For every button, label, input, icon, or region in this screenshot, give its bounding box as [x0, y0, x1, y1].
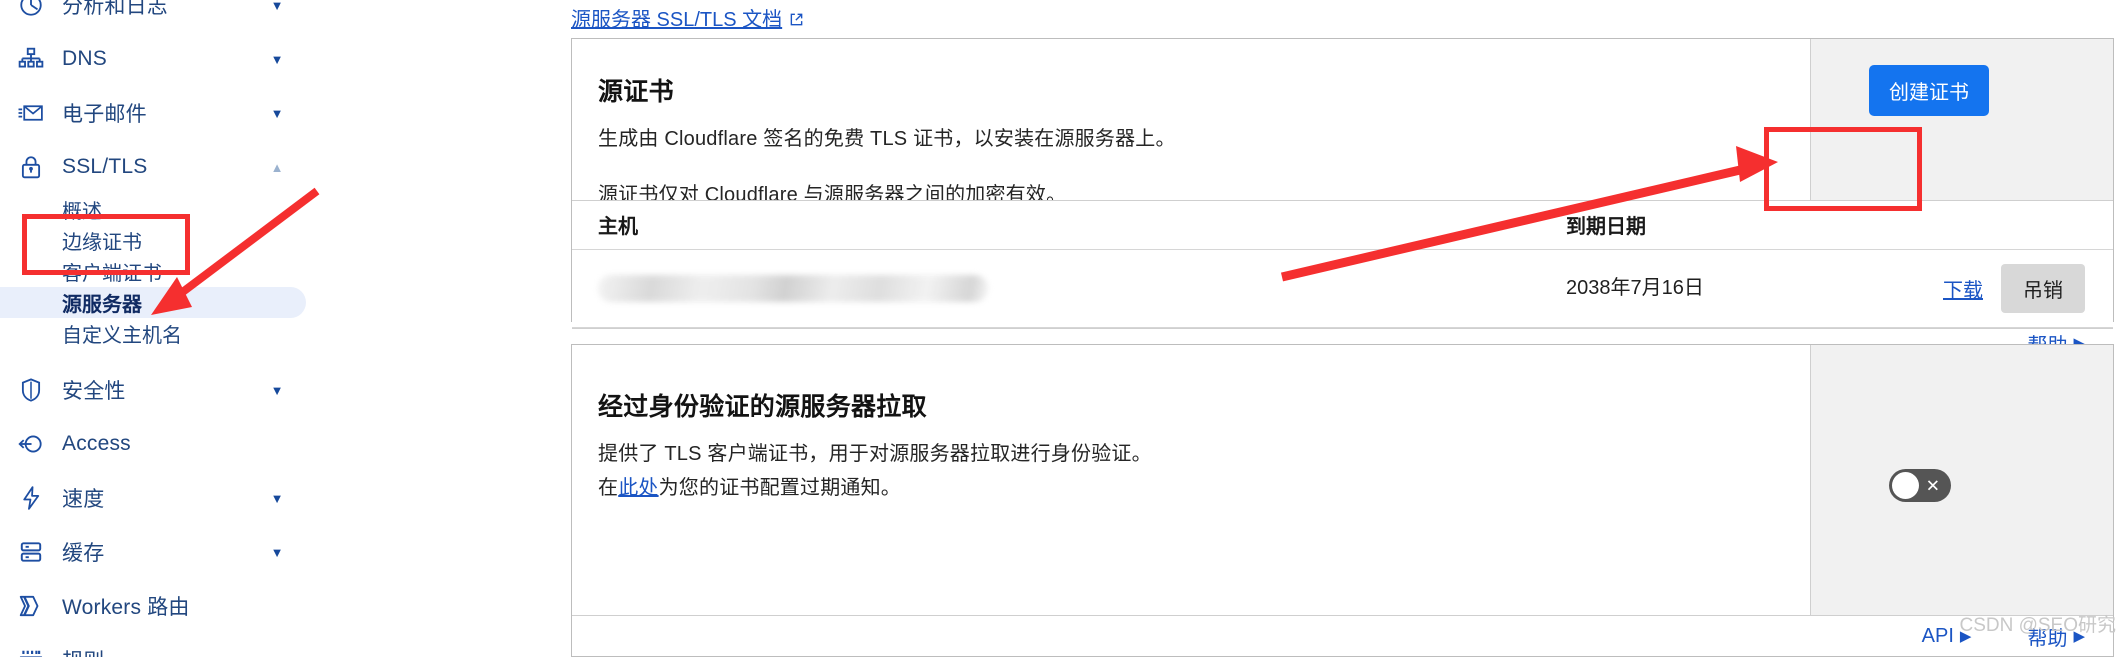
authenticated-origin-pulls-toggle[interactable]: ✕: [1889, 469, 1951, 502]
chevron-down-icon[interactable]: ▼: [264, 654, 290, 657]
lock-icon: [14, 152, 48, 182]
sidebar-item-label: 安全性: [62, 380, 126, 403]
authenticated-origin-pulls-card: 经过身份验证的源服务器拉取 提供了 TLS 客户端证书，用于对源服务器拉取进行身…: [571, 344, 2114, 657]
sidebar-item-rules[interactable]: 规则 ▼: [0, 633, 306, 657]
analytics-icon: [14, 0, 48, 20]
column-header-expiry: 到期日期: [1540, 200, 1820, 250]
sidebar-item-access[interactable]: Access: [0, 417, 306, 471]
pull-desc-suffix: 为您的证书配置过期通知。: [658, 477, 902, 500]
chevron-up-icon[interactable]: ▲: [264, 161, 290, 174]
sidebar-item-analytics[interactable]: 分析和日志 ▼: [0, 0, 306, 32]
sidebar-item-security[interactable]: 安全性 ▼: [0, 363, 306, 417]
rules-icon: [14, 645, 48, 657]
column-header-host: 主机: [572, 200, 1540, 250]
cell-host: [572, 249, 1540, 328]
sidebar-item-label: 分析和日志: [62, 0, 168, 18]
sidebar-item-label: 电子邮件: [62, 103, 147, 126]
pull-api-label: API: [1921, 624, 1954, 647]
table-header-row: 主机 到期日期: [572, 200, 2113, 250]
sidebar-item-label: Workers 路由: [62, 596, 190, 619]
close-icon: ✕: [1925, 476, 1940, 495]
pull-card-footer: API ▶ 帮助 ▶: [572, 615, 2113, 656]
sidebar-item-label: 速度: [62, 488, 105, 511]
watermark: CSDN @SEO研究: [1959, 615, 2116, 636]
external-link-icon: [789, 10, 804, 26]
pull-card-text: 经过身份验证的源服务器拉取 提供了 TLS 客户端证书，用于对源服务器拉取进行身…: [572, 345, 1810, 615]
sidebar-subitem-edge-certificates[interactable]: 边缘证书: [0, 225, 306, 256]
row-actions: 下载 吊销: [1846, 264, 2113, 313]
toggle-knob: [1892, 472, 1919, 499]
expiry-notification-link[interactable]: 此处: [618, 477, 658, 499]
sidebar-item-dns[interactable]: DNS ▼: [0, 32, 306, 86]
sidebar-item-ssl-tls[interactable]: SSL/TLS ▲: [0, 140, 306, 194]
sidebar-item-speed[interactable]: 速度 ▼: [0, 471, 306, 525]
cloudflare-ssl-origin-server-page: 分析和日志 ▼ DNS ▼ 电子邮件 ▼ SSL/TLS ▲ 概述 边缘证书 客…: [0, 0, 2126, 657]
cache-icon: [14, 537, 48, 567]
pull-card-description-1: 提供了 TLS 客户端证书，用于对源服务器拉取进行身份验证。: [598, 443, 1152, 465]
main-content: 源服务器 SSL/TLS 文档 源证书 生成由 Cloudflare 签名的免费…: [306, 0, 2126, 657]
pull-card-top: 经过身份验证的源服务器拉取 提供了 TLS 客户端证书，用于对源服务器拉取进行身…: [572, 345, 2113, 615]
sidebar-subitem-label: 客户端证书: [62, 263, 162, 285]
sidebar-item-label: 缓存: [62, 542, 105, 565]
chevron-down-icon[interactable]: ▼: [264, 0, 290, 12]
access-icon: [14, 429, 48, 459]
pull-desc-prefix: 在: [598, 477, 619, 500]
column-header-actions: [1820, 200, 2113, 250]
revoke-certificate-button[interactable]: 吊销: [2001, 264, 2085, 313]
cell-expiry: 2038年7月16日: [1540, 249, 1820, 328]
sidebar: 分析和日志 ▼ DNS ▼ 电子邮件 ▼ SSL/TLS ▲ 概述 边缘证书 客…: [0, 0, 307, 657]
sidebar-item-workers-routes[interactable]: Workers 路由: [0, 579, 306, 633]
sidebar-item-label: DNS: [62, 47, 107, 70]
origin-ssl-tls-docs-link[interactable]: 源服务器 SSL/TLS 文档: [571, 3, 804, 32]
sidebar-item-cache[interactable]: 缓存 ▼: [0, 525, 306, 579]
download-certificate-link[interactable]: 下载: [1943, 274, 1983, 303]
chevron-down-icon[interactable]: ▼: [264, 492, 290, 505]
table-row: 2038年7月16日 下载 吊销: [572, 249, 2113, 328]
speed-icon: [14, 483, 48, 513]
sidebar-subitem-label: 边缘证书: [62, 232, 142, 254]
create-certificate-button[interactable]: 创建证书: [1869, 65, 1989, 116]
origin-card-action-panel: 创建证书: [1810, 39, 2113, 200]
email-icon: [14, 98, 48, 128]
origin-card-text: 源证书 生成由 Cloudflare 签名的免费 TLS 证书，以安装在源服务器…: [572, 39, 1810, 206]
doc-link-label: 源服务器 SSL/TLS 文档: [571, 9, 783, 31]
sidebar-subitem-custom-hostnames[interactable]: 自定义主机名: [0, 318, 306, 349]
chevron-down-icon[interactable]: ▼: [264, 384, 290, 397]
redacted-hostname: [598, 275, 988, 302]
sidebar-subitem-overview[interactable]: 概述: [0, 194, 306, 225]
chevron-down-icon[interactable]: ▼: [264, 53, 290, 66]
pull-card-title: 经过身份验证的源服务器拉取: [598, 393, 927, 421]
sidebar-subitem-label: 源服务器: [62, 294, 142, 316]
dns-icon: [14, 44, 48, 74]
expiry-date-value: 2038年7月16日: [1566, 277, 1704, 300]
origin-card-description-1: 生成由 Cloudflare 签名的免费 TLS 证书，以安装在源服务器上。: [598, 128, 1176, 150]
sidebar-item-label: Access: [62, 432, 131, 455]
sidebar-subitem-origin-server[interactable]: 源服务器: [0, 287, 306, 318]
sidebar-subitem-label: 自定义主机名: [62, 325, 182, 347]
sidebar-subitem-label: 概述: [62, 201, 102, 223]
pull-card-description-2: 在此处为您的证书配置过期通知。: [598, 473, 1810, 503]
origin-card-top: 源证书 生成由 Cloudflare 签名的免费 TLS 证书，以安装在源服务器…: [572, 39, 2113, 206]
workers-icon: [14, 591, 48, 621]
sidebar-subitem-client-certificates[interactable]: 客户端证书: [0, 256, 306, 287]
origin-certificates-table: 主机 到期日期 2038年7月16日 下载 吊销: [572, 200, 2113, 328]
cell-actions: 下载 吊销: [1820, 249, 2113, 328]
shield-icon: [14, 375, 48, 405]
chevron-down-icon[interactable]: ▼: [264, 546, 290, 559]
chevron-down-icon[interactable]: ▼: [264, 107, 290, 120]
sidebar-item-email[interactable]: 电子邮件 ▼: [0, 86, 306, 140]
sidebar-item-label: SSL/TLS: [62, 155, 148, 178]
sidebar-item-label: 规则: [62, 645, 264, 657]
origin-certificate-card: 源证书 生成由 Cloudflare 签名的免费 TLS 证书，以安装在源服务器…: [571, 38, 2114, 358]
pull-card-action-panel: ✕: [1810, 345, 2113, 615]
origin-card-title: 源证书: [598, 78, 674, 106]
